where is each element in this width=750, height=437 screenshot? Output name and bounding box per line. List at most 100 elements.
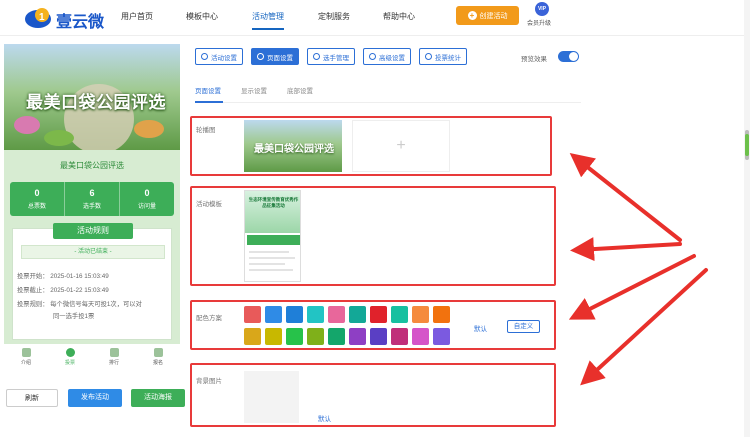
arrow-template [570, 237, 682, 262]
tab-page-settings[interactable]: 页面设置 [251, 48, 299, 65]
plus-icon: + [467, 11, 477, 20]
nav-activity-management[interactable]: 活动管理 [252, 11, 284, 30]
hero-title: 最美口袋公园评选 [26, 93, 166, 112]
color-swatch[interactable] [433, 306, 450, 323]
background-image-upload[interactable] [244, 371, 299, 423]
color-swatch[interactable] [391, 306, 408, 323]
color-swatch[interactable] [244, 328, 261, 345]
vip-upgrade-link[interactable]: 会员升级 [527, 18, 551, 27]
tab-signup[interactable]: 报名 [136, 344, 180, 372]
color-swatch[interactable] [370, 306, 387, 323]
carousel-image-text: 最美口袋公园评选 [254, 144, 334, 155]
tab-ranking[interactable]: 排行 [92, 344, 136, 372]
preview-toggle[interactable] [558, 51, 579, 62]
color-swatch[interactable] [244, 306, 261, 323]
sliders-icon [369, 53, 376, 60]
divider [195, 102, 581, 103]
template-thumbnail[interactable]: 生态环境宣传教育优秀作品征集活动 [244, 190, 301, 282]
create-activity-label: 创建活动 [479, 12, 508, 20]
users-icon [313, 53, 320, 60]
color-swatch[interactable] [349, 306, 366, 323]
settings-tabs: 活动设置 页面设置 选手管理 高级设置 投票统计 [195, 48, 467, 65]
add-image-button[interactable]: + [352, 120, 450, 172]
rules-heading: 活动规则 [53, 223, 133, 239]
subtab-underline [195, 101, 223, 103]
color-swatch[interactable] [328, 306, 345, 323]
stat-value: 0 [34, 188, 40, 198]
tab-activity-settings[interactable]: 活动设置 [195, 48, 243, 65]
background-section: 背景图片 默认 [190, 363, 556, 427]
rule-start: 投票开始： 2025-01-16 15:03:49 [17, 273, 109, 280]
color-swatch[interactable] [412, 328, 429, 345]
tab-label: 活动设置 [211, 54, 237, 62]
arrow-background [580, 268, 708, 386]
nav-templates[interactable]: 模板中心 [186, 11, 218, 22]
tab-intro[interactable]: 介绍 [4, 344, 48, 372]
arrow-carousel [569, 153, 682, 242]
color-scheme-section: 配色方案 默认 自定义 [190, 300, 556, 350]
color-swatch[interactable] [370, 328, 387, 345]
color-swatch[interactable] [433, 328, 450, 345]
nav-custom-service[interactable]: 定制服务 [318, 11, 350, 22]
svg-text:1: 1 [39, 12, 45, 23]
tab-label: 选手管理 [323, 54, 349, 62]
subtab-display-settings[interactable]: 显示设置 [241, 85, 267, 95]
event-title: 最美口袋公园评选 [60, 161, 124, 170]
carousel-section: 轮播图 最美口袋公园评选 + [190, 116, 552, 176]
chart-icon [425, 53, 432, 60]
gear-icon [257, 53, 264, 60]
tab-label: 投票 [64, 360, 75, 366]
default-color-link[interactable]: 默认 [474, 323, 487, 333]
stat-label: 访问量 [137, 204, 156, 210]
mobile-preview: 最美口袋公园评选 最美口袋公园评选 0 总票数 6 选手数 0 访问量 活动规则… [4, 44, 180, 344]
publish-activity-button[interactable]: 发布活动 [68, 389, 122, 407]
nav-home[interactable]: 用户首页 [121, 11, 153, 22]
vip-icon[interactable]: VIP [535, 2, 549, 16]
color-swatch[interactable] [307, 328, 324, 345]
trophy-icon [109, 348, 119, 357]
preview-body: 最美口袋公园评选 0 总票数 6 选手数 0 访问量 活动规则 - 活动已结束 … [4, 150, 180, 344]
color-scheme-label: 配色方案 [196, 315, 222, 322]
tab-advanced-settings[interactable]: 高级设置 [363, 48, 411, 65]
color-swatch[interactable] [265, 306, 282, 323]
tab-label: 介绍 [20, 360, 31, 366]
tab-label: 报名 [152, 360, 163, 366]
stat-value: 0 [144, 188, 150, 198]
subtab-footer-settings[interactable]: 底部设置 [287, 85, 313, 95]
rule-limit: 投票规则： 每个微信号每天可投1次，可以对 [17, 301, 142, 308]
logo-icon: 1 [25, 8, 51, 28]
color-swatch[interactable] [328, 328, 345, 345]
brand-name: 壹云微 [56, 14, 105, 31]
background-default-link[interactable]: 默认 [318, 413, 331, 423]
color-swatch[interactable] [307, 306, 324, 323]
activity-poster-button[interactable]: 活动海报 [131, 389, 185, 407]
preview-tabbar: 介绍 投票 排行 报名 [4, 344, 180, 372]
tab-vote-statistics[interactable]: 投票统计 [419, 48, 467, 65]
color-swatch[interactable] [391, 328, 408, 345]
gear-icon [201, 53, 208, 60]
rules-panel: 活动规则 - 活动已结束 - 投票开始： 2025-01-16 15:03:49… [12, 223, 172, 340]
refresh-button[interactable]: 刷新 [6, 389, 58, 407]
hero-banner: 最美口袋公园评选 [4, 44, 180, 154]
carousel-label: 轮播图 [196, 127, 216, 134]
carousel-image[interactable]: 最美口袋公园评选 [244, 120, 342, 172]
stat-visits: 0 访问量 [120, 182, 174, 216]
tab-label: 页面设置 [267, 54, 293, 62]
custom-color-button[interactable]: 自定义 [507, 320, 540, 333]
color-swatch[interactable] [286, 328, 303, 345]
color-swatch[interactable] [286, 306, 303, 323]
rule-limit-cont: 同一选手投1票 [53, 313, 95, 320]
tab-label: 排行 [108, 360, 119, 366]
stat-total-votes: 0 总票数 [10, 182, 65, 216]
color-swatch[interactable] [349, 328, 366, 345]
subtab-page-settings[interactable]: 页面设置 [195, 85, 221, 95]
tab-contestant-management[interactable]: 选手管理 [307, 48, 355, 65]
template-thumb-title: 生态环境宣传教育优秀作品征集活动 [248, 197, 299, 208]
scrollbar[interactable] [744, 0, 750, 437]
tab-vote[interactable]: 投票 [48, 344, 92, 372]
nav-help-center[interactable]: 帮助中心 [383, 11, 415, 22]
template-section: 活动模板 生态环境宣传教育优秀作品征集活动 [190, 186, 556, 286]
color-swatch[interactable] [412, 306, 429, 323]
color-swatch[interactable] [265, 328, 282, 345]
create-activity-button[interactable]: + 创建活动 [456, 6, 519, 25]
